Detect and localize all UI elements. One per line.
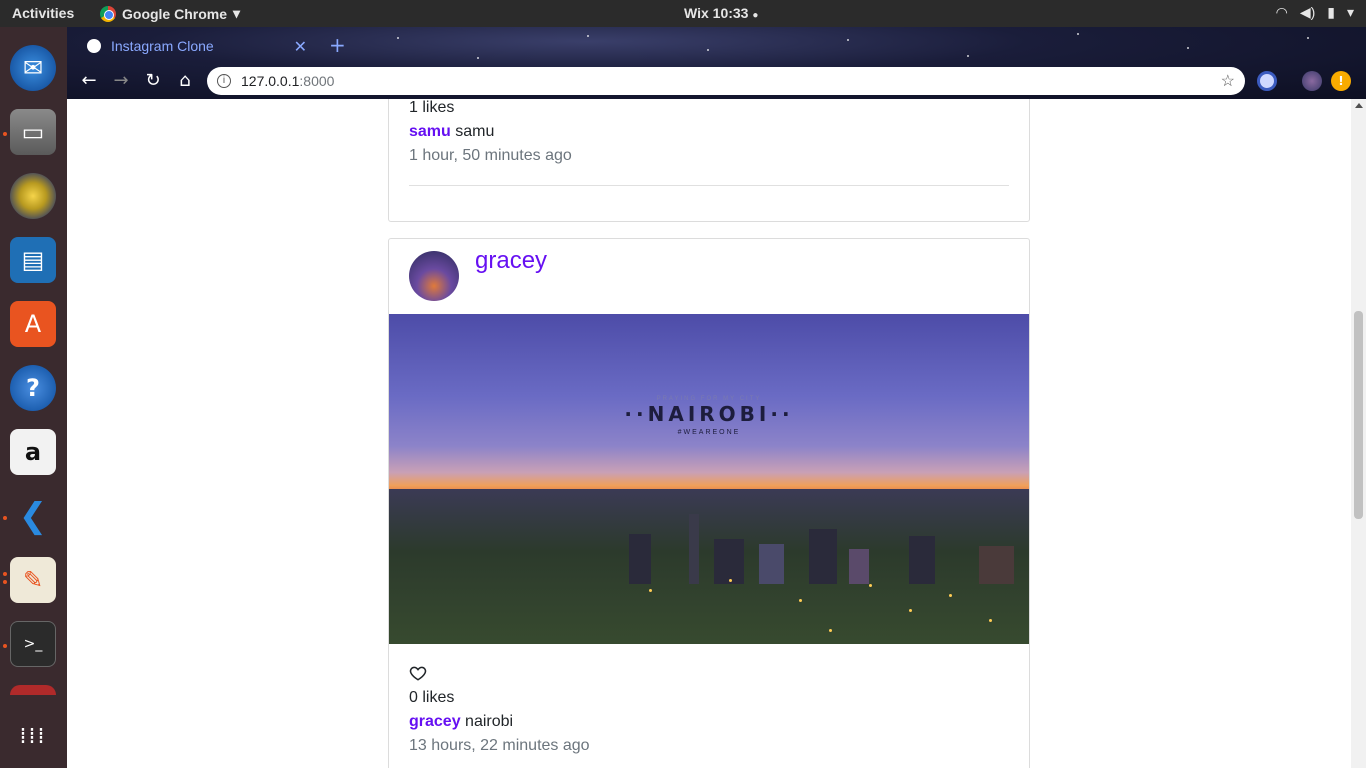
navigation-bar: ← → ↻ ⌂ i 127.0.0.1:8000 ☆ !: [67, 65, 1366, 99]
comment-text: samu: [455, 123, 495, 140]
activities-button[interactable]: Activities: [12, 5, 74, 21]
post-card: 1 likes samu samu 1 hour, 50 minutes ago: [388, 99, 1030, 222]
files-icon[interactable]: ▭: [10, 109, 56, 155]
reload-button[interactable]: ↻: [141, 69, 165, 93]
url-port: :8000: [299, 73, 335, 89]
chevron-down-icon: ▾: [233, 5, 241, 21]
comment: gracey nairobi: [409, 710, 513, 734]
post-timestamp: 1 hour, 50 minutes ago: [409, 147, 572, 164]
chevron-down-icon: ▾: [1346, 4, 1354, 20]
new-tab-button[interactable]: +: [329, 33, 346, 57]
writer-icon[interactable]: ▤: [10, 237, 56, 283]
scroll-up-arrow[interactable]: [1355, 103, 1363, 108]
launcher: ✉ ▭ ▤ A ? a ❮ ✎ >_ ⁞⁞⁞: [0, 27, 67, 768]
app-menu[interactable]: Google Chrome ▾: [100, 5, 240, 22]
software-icon[interactable]: A: [10, 301, 56, 347]
scrollbar[interactable]: [1351, 99, 1366, 768]
tab-title: Instagram Clone: [111, 38, 214, 54]
system-tray[interactable]: ◠ ◀) ▮ ▾: [1276, 4, 1354, 21]
globe-icon: [87, 39, 101, 53]
clock[interactable]: Wix 10:33 ●: [684, 5, 758, 21]
text-editor-icon[interactable]: ✎: [10, 557, 56, 603]
browser-toolbar: Instagram Clone ✕ + ← → ↻ ⌂ i 127.0.0.1:…: [67, 27, 1366, 99]
image-tag: #WEAREONE: [677, 429, 741, 436]
page-viewport: 1 likes samu samu 1 hour, 50 minutes ago…: [67, 99, 1366, 768]
post-image[interactable]: PRAYING FOR MY CITY ··NAIROBI·· #WEAREON…: [389, 314, 1029, 644]
comment-username[interactable]: samu: [409, 123, 451, 140]
address-bar[interactable]: i 127.0.0.1:8000 ☆: [207, 67, 1245, 95]
profile-avatar[interactable]: [1302, 71, 1322, 91]
app-menu-label: Google Chrome: [122, 5, 228, 22]
city-skyline: [389, 489, 1029, 644]
chrome-icon: [100, 5, 116, 22]
amazon-icon[interactable]: a: [10, 429, 56, 475]
terminal-icon[interactable]: >_: [10, 621, 56, 667]
thunderbird-icon[interactable]: ✉: [10, 45, 56, 91]
post-timestamp: 13 hours, 22 minutes ago: [409, 737, 590, 754]
help-icon[interactable]: ?: [10, 365, 56, 411]
home-button[interactable]: ⌂: [173, 69, 197, 93]
comment: samu samu: [409, 120, 494, 144]
update-alert-icon[interactable]: !: [1331, 71, 1351, 91]
rhythmbox-icon[interactable]: [10, 173, 56, 219]
trash-icon[interactable]: [10, 685, 56, 695]
volume-icon: ◀): [1299, 4, 1316, 20]
running-indicator: [3, 644, 7, 648]
heart-icon[interactable]: [409, 664, 427, 682]
scrollbar-thumb[interactable]: [1354, 311, 1363, 519]
comment-text: nairobi: [465, 713, 514, 730]
system-top-bar: Activities Google Chrome ▾ Wix 10:33 ● ◠…: [0, 0, 1366, 27]
post-author[interactable]: gracey: [475, 247, 547, 275]
comment-username[interactable]: gracey: [409, 713, 461, 730]
info-icon[interactable]: i: [217, 74, 231, 88]
avatar[interactable]: [409, 251, 459, 301]
back-button[interactable]: ←: [77, 69, 101, 93]
url-host: 127.0.0.1: [241, 73, 300, 89]
running-indicator: [3, 516, 7, 520]
close-tab-icon[interactable]: ✕: [294, 37, 307, 57]
running-indicator: [3, 580, 7, 584]
forward-button[interactable]: →: [109, 69, 133, 93]
bookmark-star-icon[interactable]: ☆: [1221, 71, 1235, 91]
divider: [409, 185, 1009, 186]
wifi-icon: ◠: [1275, 4, 1288, 20]
tab-instagram-clone[interactable]: Instagram Clone ✕: [77, 31, 317, 61]
battery-icon: ▮: [1327, 4, 1335, 20]
running-indicator: [3, 132, 7, 136]
show-apps-icon[interactable]: ⁞⁞⁞: [10, 713, 56, 759]
image-title-text: NAIROBI: [647, 402, 771, 426]
extension-icon[interactable]: [1257, 71, 1277, 91]
image-title: ··NAIROBI··: [624, 402, 794, 426]
likes-count: 0 likes: [409, 689, 455, 706]
post-card: gracey PRAYING FOR MY CITY ··NAIROBI·· #…: [388, 238, 1030, 768]
running-indicator: [3, 572, 7, 576]
vscode-icon[interactable]: ❮: [10, 493, 56, 539]
likes-count: 1 likes: [409, 99, 455, 116]
clock-label: Wix 10:33: [684, 5, 749, 21]
